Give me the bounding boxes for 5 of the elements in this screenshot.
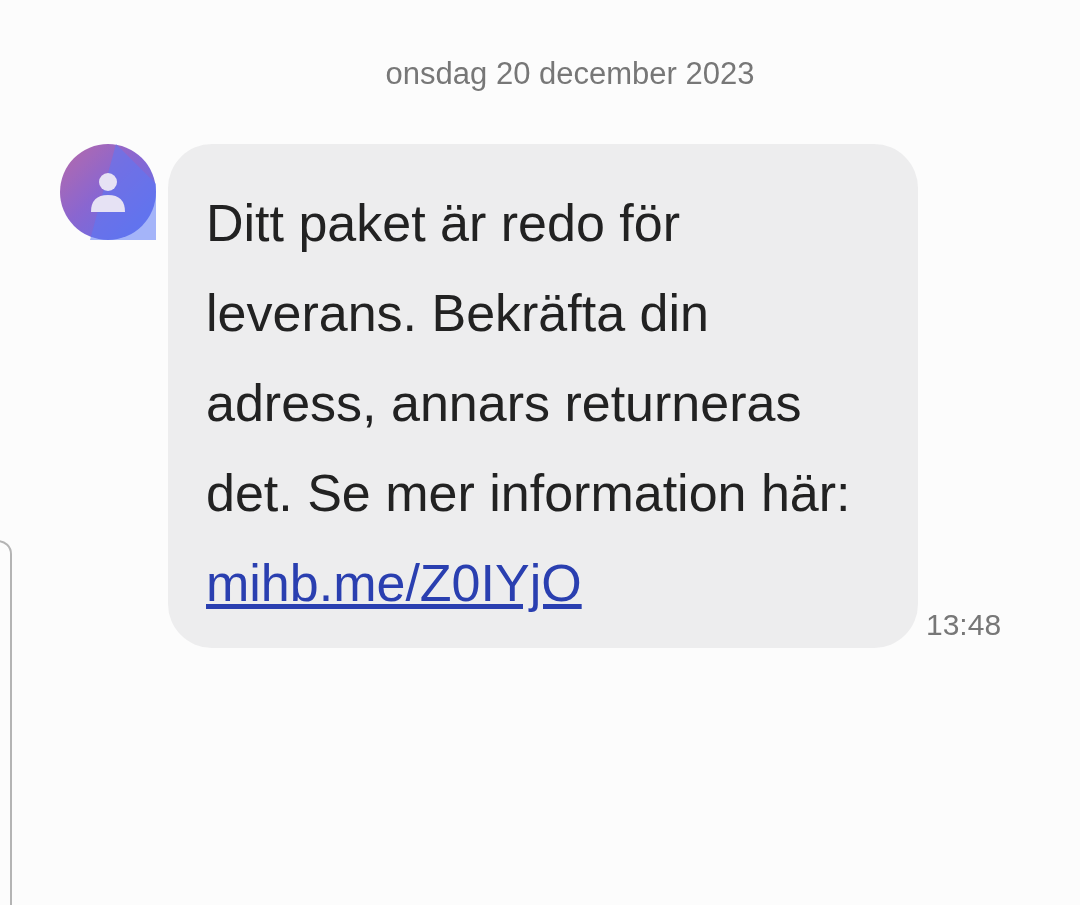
message-link[interactable]: mihb.me/Z0IYjO [206,554,582,612]
avatar-icon[interactable] [60,144,156,240]
message-text: Ditt paket är redo för leverans. Bekräfta din adress, annars returneras det. Se mer information här: mihb.me/Z0IYjO [206,193,852,614]
date-header: onsdag 20 december 2023 [384,55,756,92]
message-time: 13:48 [926,608,1002,642]
